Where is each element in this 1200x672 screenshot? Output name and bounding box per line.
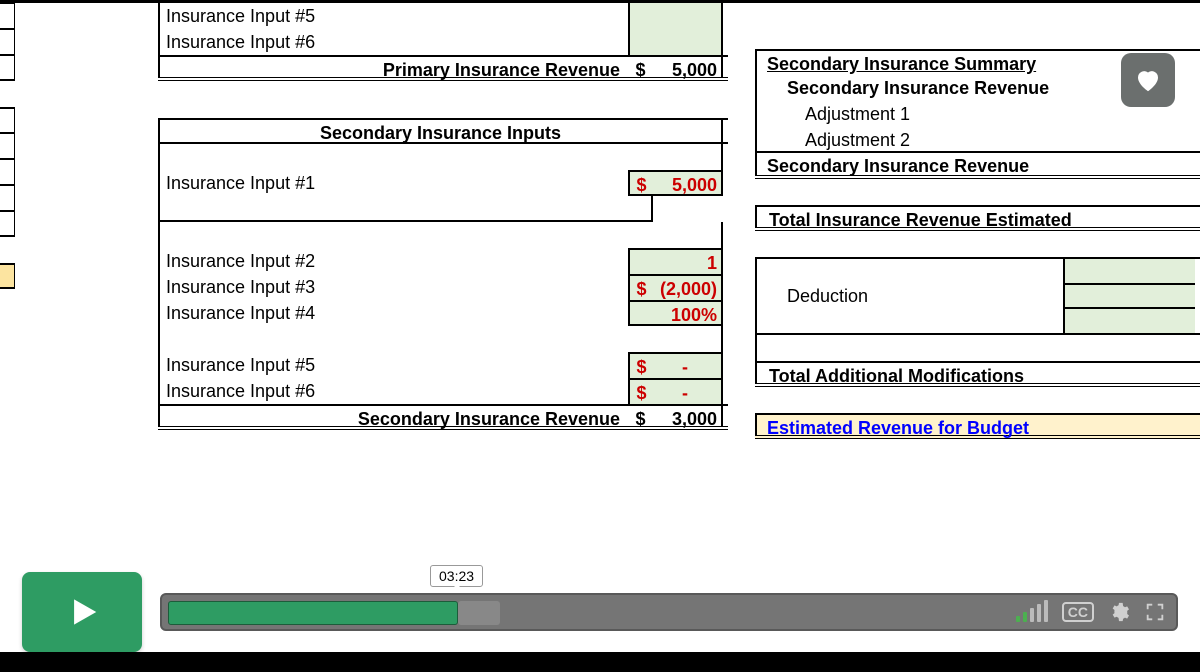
- primary-input-5: Insurance Input #5: [158, 3, 628, 29]
- primary-revenue-label: Primary Insurance Revenue: [158, 57, 628, 77]
- progress-bar[interactable]: 03:23 CC: [160, 593, 1178, 631]
- cc-button[interactable]: CC: [1062, 602, 1094, 622]
- left-partial-cells: [0, 3, 25, 289]
- sec-input-1-value[interactable]: 5,000: [653, 170, 723, 196]
- sec-input-4-dollar[interactable]: [628, 300, 653, 326]
- sec-input-3-value[interactable]: (2,000): [653, 274, 723, 300]
- sec-input-2-value[interactable]: 1: [653, 248, 723, 274]
- primary-input-6-value[interactable]: [653, 29, 723, 55]
- sec-revenue-label: Secondary Insurance Revenue: [158, 406, 628, 426]
- sec-input-2: Insurance Input #2: [158, 248, 628, 274]
- play-icon: [63, 593, 101, 631]
- secondary-header: Secondary Insurance Inputs: [158, 120, 723, 142]
- bottom-bar: [0, 652, 1200, 672]
- sec-input-6-value[interactable]: -: [653, 378, 723, 404]
- sec-input-5-dollar[interactable]: $: [628, 352, 653, 378]
- buffer-indicator: [458, 601, 500, 625]
- favorite-button[interactable]: [1121, 53, 1175, 107]
- video-controls: 03:23 CC: [22, 572, 1178, 652]
- sec-input-3-dollar[interactable]: $: [628, 274, 653, 300]
- summary-adj2: Adjustment 2: [755, 127, 1195, 151]
- time-tooltip: 03:23: [430, 565, 483, 587]
- primary-input-6: Insurance Input #6: [158, 29, 628, 55]
- primary-input-6-dollar[interactable]: [628, 29, 653, 55]
- primary-revenue-value: 5,000: [653, 57, 723, 77]
- primary-input-5-dollar[interactable]: [628, 3, 653, 29]
- sec-input-5: Insurance Input #5: [158, 352, 628, 378]
- primary-revenue-dollar: $: [628, 57, 653, 77]
- spreadsheet-view: Insurance Input #5 Insurance Input #6 Pr…: [0, 3, 1200, 533]
- sec-input-4-value[interactable]: 100%: [653, 300, 723, 326]
- total-est: Total Insurance Revenue Estimated: [755, 207, 1195, 227]
- sec-input-6: Insurance Input #6: [158, 378, 628, 404]
- sec-input-1-dollar[interactable]: $: [628, 170, 653, 196]
- play-button[interactable]: [22, 572, 142, 652]
- sec-input-6-dollar[interactable]: $: [628, 378, 653, 404]
- fullscreen-button[interactable]: [1144, 601, 1166, 623]
- progress-fill: [168, 601, 458, 625]
- heart-icon: [1133, 65, 1163, 95]
- sec-input-4: Insurance Input #4: [158, 300, 628, 326]
- sec-input-1: Insurance Input #1: [158, 170, 628, 196]
- sec-input-2-dollar[interactable]: [628, 248, 653, 274]
- sec-revenue-value: 3,000: [653, 406, 723, 426]
- sec-input-3: Insurance Input #3: [158, 274, 628, 300]
- total-mods: Total Additional Modifications: [755, 363, 1195, 383]
- volume-button[interactable]: [1016, 602, 1048, 622]
- deduction-value[interactable]: [1065, 283, 1195, 309]
- primary-input-5-value[interactable]: [653, 3, 723, 29]
- sec-revenue-dollar: $: [628, 406, 653, 426]
- est-revenue-budget: Estimated Revenue for Budget: [755, 415, 1195, 435]
- sec-input-5-value[interactable]: -: [653, 352, 723, 378]
- summary-revenue-2: Secondary Insurance Revenue: [755, 153, 1195, 175]
- settings-button[interactable]: [1108, 601, 1130, 623]
- deduction: Deduction: [755, 283, 1065, 309]
